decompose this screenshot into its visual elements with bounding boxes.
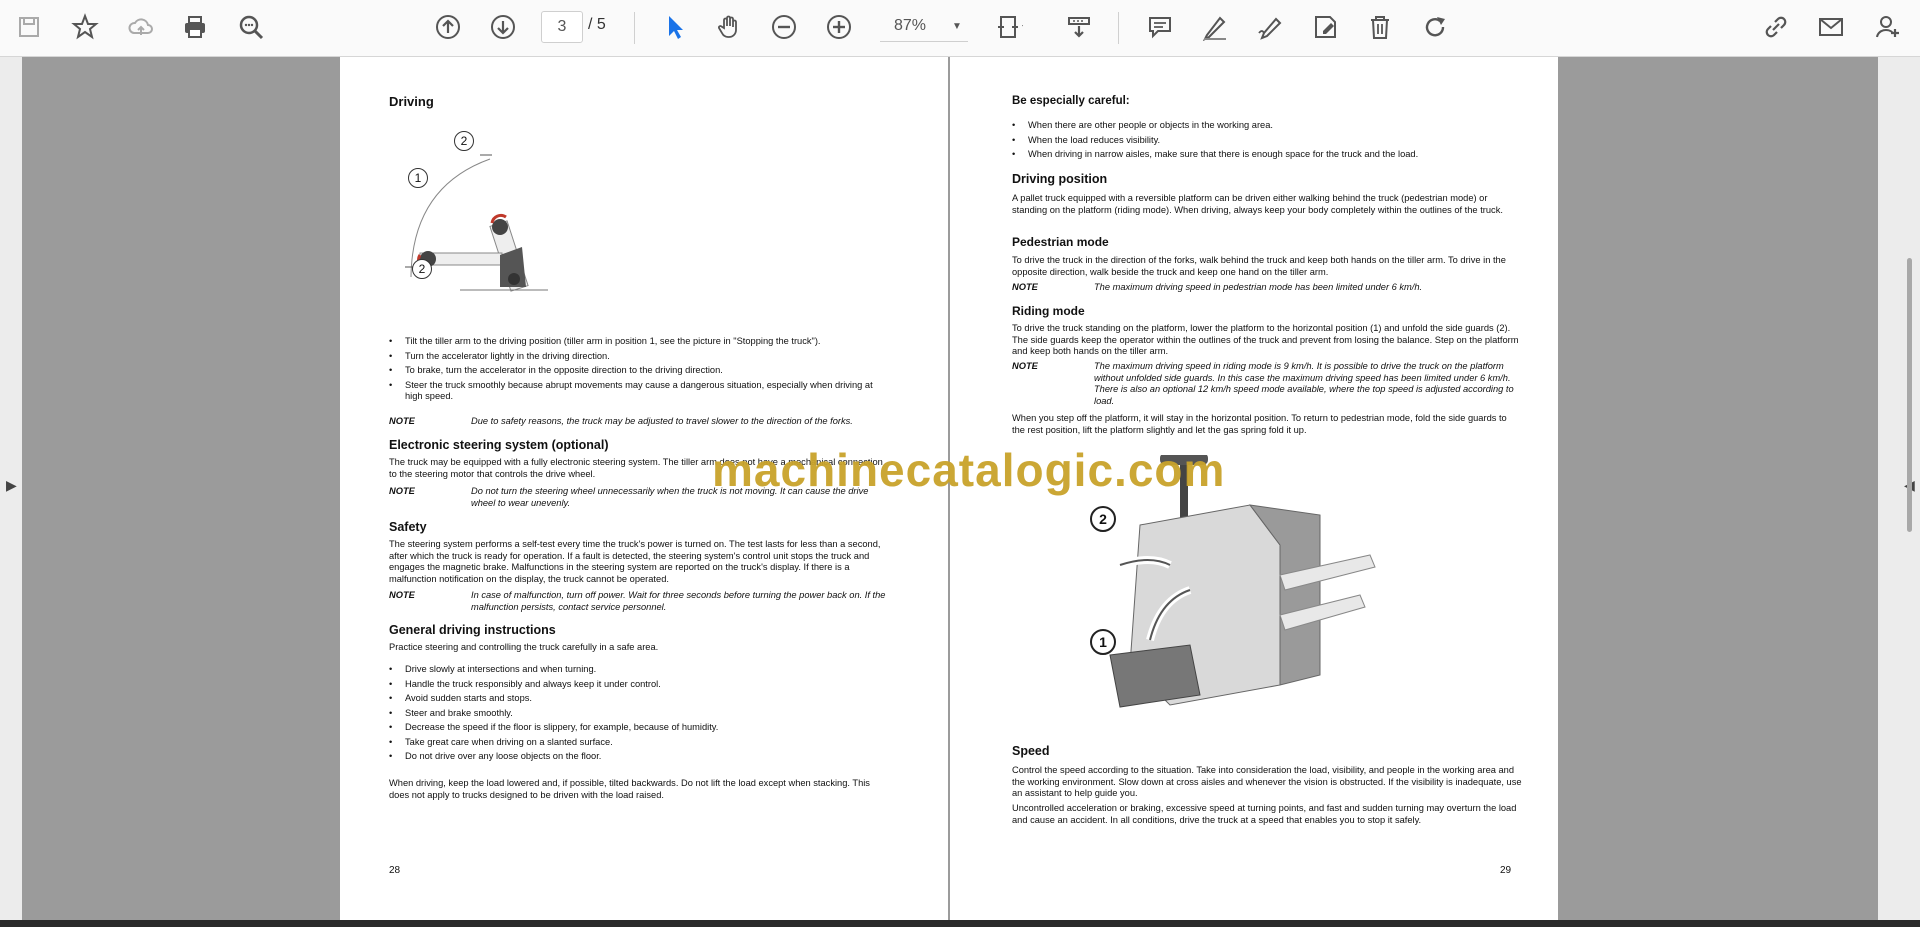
figure-callout: 2 (454, 131, 474, 151)
list-item: When the load reduces visibility. (1012, 135, 1522, 147)
figure-callout: 2 (412, 259, 432, 279)
list-item: Turn the accelerator lightly in the driv… (389, 351, 889, 363)
zoom-level-select[interactable]: 87% ▼ (880, 11, 968, 42)
delete-trash-icon[interactable] (1363, 10, 1397, 44)
right-panel-strip: ◀ (1878, 57, 1920, 920)
heading-pedestrian-mode: Pedestrian mode (1012, 235, 1109, 249)
note-text: The maximum driving speed in pedestrian … (1094, 282, 1423, 292)
pedestrian-paragraph: To drive the truck in the direction of t… (1012, 255, 1506, 277)
note-label: NOTE (1012, 282, 1038, 292)
toolbar-divider (1118, 12, 1119, 44)
vertical-scrollbar-thumb[interactable] (1907, 258, 1912, 532)
select-cursor-icon[interactable] (658, 10, 692, 44)
email-icon[interactable] (1814, 10, 1848, 44)
zoom-in-icon[interactable] (822, 10, 856, 44)
list-item: Take great care when driving on a slante… (389, 737, 889, 749)
list-item: Tilt the tiller arm to the driving posit… (389, 336, 889, 348)
heading-speed: Speed (1012, 744, 1050, 758)
comment-icon[interactable] (1143, 10, 1177, 44)
driving-bullets: Tilt the tiller arm to the driving posit… (389, 336, 889, 406)
page-number-input[interactable]: 3 (541, 11, 583, 43)
speed-paragraph-1: Control the speed according to the situa… (1012, 765, 1522, 798)
list-item: To brake, turn the accelerator in the op… (389, 365, 889, 377)
heading-careful: Be especially careful: (1012, 95, 1130, 107)
heading-steering: Electronic steering system (optional) (389, 438, 609, 452)
heading-safety: Safety (389, 520, 427, 534)
page-total-label: / 5 (588, 16, 606, 33)
note-block: NOTE The maximum driving speed in pedest… (1012, 282, 1522, 294)
rotate-redo-icon[interactable] (1418, 10, 1452, 44)
note-label: NOTE (389, 590, 415, 600)
watermark: machinecatalogic.com (712, 444, 1226, 496)
next-page-icon[interactable] (486, 10, 520, 44)
previous-page-icon[interactable] (431, 10, 465, 44)
figure-callout: 1 (408, 168, 428, 188)
heading-general-driving: General driving instructions (389, 623, 556, 637)
draw-signature-icon[interactable] (1253, 10, 1287, 44)
list-item: Handle the truck responsibly and always … (389, 679, 889, 691)
save-icon[interactable] (12, 10, 46, 44)
figure-callout: 2 (1090, 506, 1116, 532)
note-label: NOTE (1012, 361, 1038, 371)
note-text: In case of malfunction, turn off power. … (471, 590, 886, 612)
heading-driving: Driving (389, 94, 434, 109)
list-item: Drive slowly at intersections and when t… (389, 664, 889, 676)
print-icon[interactable] (178, 10, 212, 44)
list-item: Do not drive over any loose objects on t… (389, 751, 889, 763)
list-item: Steer the truck smoothly because abrupt … (389, 380, 889, 403)
cloud-upload-icon[interactable] (124, 10, 158, 44)
zoom-level-value: 87% (893, 17, 927, 34)
list-item: Steer and brake smoothly. (389, 708, 889, 720)
careful-bullets: When there are other people or objects i… (1012, 120, 1522, 164)
toolbar: 3 / 5 87% ▼ (0, 0, 1920, 57)
highlight-pen-icon[interactable] (1198, 10, 1232, 44)
general-paragraph: Practice steering and controlling the tr… (389, 642, 659, 652)
speed-paragraph-2: Uncontrolled acceleration or braking, ex… (1012, 803, 1517, 825)
closing-paragraph: When driving, keep the load lowered and,… (389, 778, 870, 800)
bottom-bar (0, 920, 1920, 927)
page-number: 28 (389, 865, 401, 876)
bookmark-star-icon[interactable] (68, 10, 102, 44)
list-item: Decrease the speed if the floor is slipp… (389, 722, 889, 734)
figure-callout: 1 (1090, 629, 1116, 655)
riding-paragraph: To drive the truck standing on the platf… (1012, 323, 1519, 356)
page-fit-icon[interactable] (992, 10, 1026, 44)
zoom-out-icon[interactable] (767, 10, 801, 44)
note-block: NOTE The maximum driving speed in riding… (1012, 361, 1522, 409)
step-off-paragraph: When you step off the platform, it will … (1012, 413, 1507, 435)
add-user-icon[interactable] (1871, 10, 1905, 44)
position-paragraph: A pallet truck equipped with a reversibl… (1012, 193, 1503, 215)
search-zoom-icon[interactable] (234, 10, 268, 44)
heading-driving-position: Driving position (1012, 172, 1108, 186)
stamp-icon[interactable] (1308, 10, 1342, 44)
left-panel-strip: ▶ (0, 57, 22, 920)
expand-left-panel-icon[interactable]: ▶ (6, 477, 17, 494)
note-label: NOTE (389, 416, 415, 426)
note-text: The maximum driving speed in riding mode… (1094, 361, 1514, 406)
note-block: NOTE In case of malfunction, turn off po… (389, 590, 889, 614)
toolbar-divider (634, 12, 635, 44)
scroll-mode-icon[interactable] (1062, 10, 1096, 44)
safety-paragraph: The steering system performs a self-test… (389, 539, 881, 584)
chevron-down-icon: ▼ (952, 20, 962, 32)
hand-tool-icon[interactable] (713, 10, 747, 44)
list-item: When there are other people or objects i… (1012, 120, 1522, 132)
list-item: When driving in narrow aisles, make sure… (1012, 149, 1522, 161)
general-bullets: Drive slowly at intersections and when t… (389, 664, 889, 766)
note-label: NOTE (389, 486, 415, 496)
note-text: Due to safety reasons, the truck may be … (471, 416, 853, 426)
heading-riding-mode: Riding mode (1012, 304, 1085, 318)
share-link-icon[interactable] (1759, 10, 1793, 44)
page-number: 29 (1500, 865, 1512, 876)
list-item: Avoid sudden starts and stops. (389, 693, 889, 705)
